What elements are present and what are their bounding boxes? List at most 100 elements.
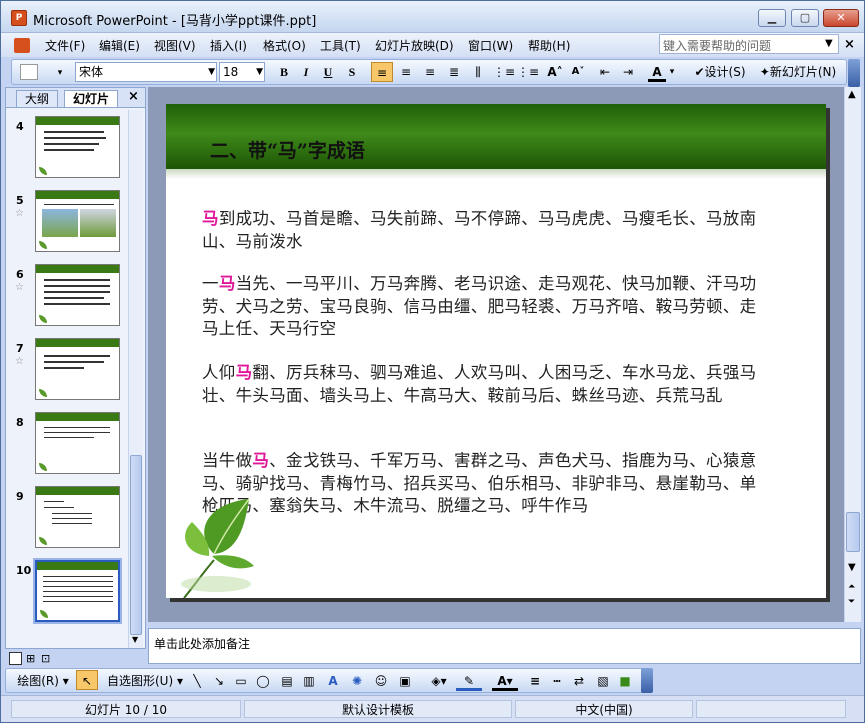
new-slide-button[interactable]: ✦新幻灯片(N)	[754, 62, 842, 82]
slide-scrollbar[interactable]: ▲ ▼ ⏶ ⏷	[844, 87, 861, 622]
menu-tools[interactable]: 工具(T)	[320, 37, 361, 54]
new-slide-icon: ✦	[759, 65, 770, 79]
next-slide-icon[interactable]: ⏷	[848, 597, 855, 607]
textbox-icon[interactable]: ▤	[278, 671, 296, 691]
slide-thumbnail-8[interactable]	[35, 412, 120, 474]
3d-style-icon[interactable]: ■	[616, 671, 634, 691]
menu-slideshow[interactable]: 幻灯片放映(D)	[375, 37, 454, 54]
slide-thumbnail-10-selected[interactable]	[33, 558, 122, 624]
arrow-style-icon[interactable]: ⇄	[570, 671, 588, 691]
highlight-char: 马	[252, 451, 270, 470]
autoshapes-button[interactable]: 自选图形(U) ▾	[104, 671, 186, 691]
line-color-icon[interactable]: ✎	[456, 671, 482, 691]
distribute-icon[interactable]: ⫼	[467, 62, 489, 82]
minimize-button[interactable]: ▁	[758, 9, 786, 27]
notes-placeholder: 单击此处添加备注	[154, 637, 251, 651]
toolbar-overflow-icon[interactable]: ▾	[56, 63, 64, 83]
slide-paragraph-4[interactable]: 当牛做马、金戈铁马、千军万马、害群之马、声色犬马、指鹿为马、心猿意马、骑驴找马、…	[202, 450, 762, 518]
new-document-icon[interactable]	[20, 64, 38, 80]
slide-thumbnail-7[interactable]	[35, 338, 120, 400]
vertical-textbox-icon[interactable]: ▥	[300, 671, 318, 691]
increase-indent-icon[interactable]: ⇥	[618, 62, 638, 82]
toolbar-options-icon[interactable]	[641, 668, 653, 693]
slide-thumbnail-5[interactable]	[35, 190, 120, 252]
powerpoint-icon[interactable]: P	[11, 10, 27, 26]
italic-button[interactable]: I	[297, 62, 315, 82]
oval-icon[interactable]: ◯	[254, 671, 272, 691]
chevron-down-icon[interactable]: ▼	[256, 63, 263, 81]
bold-button[interactable]: B	[275, 62, 293, 82]
shadow-button[interactable]: S	[343, 62, 361, 82]
menu-format[interactable]: 格式(O)	[263, 37, 306, 54]
clipart-icon[interactable]: ☺	[372, 671, 390, 691]
slide-canvas[interactable]: 二、带“马”字成语 马到成功、马首是瞻、马失前蹄、马不停蹄、马马虎虎、马瘦毛长、…	[166, 104, 826, 598]
menu-edit[interactable]: 编辑(E)	[99, 37, 140, 54]
arrow-icon[interactable]: ↘	[210, 671, 228, 691]
chevron-down-icon[interactable]: ▾	[668, 62, 676, 82]
picture-icon[interactable]: ▣	[396, 671, 414, 691]
slide-thumbnail-4[interactable]	[35, 116, 120, 178]
close-pane-icon[interactable]: ×	[128, 89, 139, 104]
slide-editing-area: 二、带“马”字成语 马到成功、马首是瞻、马失前蹄、马不停蹄、马马虎虎、马瘦毛长、…	[148, 87, 845, 622]
rectangle-icon[interactable]: ▭	[232, 671, 250, 691]
slide-sorter-view-icon[interactable]: ⊞	[26, 652, 35, 665]
design-button[interactable]: ✔设计(S)	[689, 62, 751, 82]
slide-number: 8	[16, 416, 24, 429]
decrease-font-icon[interactable]: A˅	[568, 62, 588, 82]
slide-title[interactable]: 二、带“马”字成语	[210, 136, 365, 163]
menu-insert[interactable]: 插入(I)	[210, 37, 247, 54]
justify-icon[interactable]: ≣	[443, 62, 465, 82]
numbering-icon[interactable]: ⋮≡	[493, 62, 515, 82]
close-document-icon[interactable]: ×	[844, 37, 855, 52]
scroll-up-icon[interactable]: ▲	[848, 89, 856, 100]
line-icon[interactable]: ╲	[188, 671, 206, 691]
tab-outline[interactable]: 大纲	[16, 90, 59, 107]
chevron-down-icon[interactable]: ▼	[208, 63, 215, 81]
scrollbar-thumb[interactable]	[846, 512, 860, 552]
draw-menu-button[interactable]: 绘图(R) ▾	[12, 671, 74, 691]
help-dropdown-icon[interactable]: ▼	[825, 38, 833, 49]
scroll-down-icon[interactable]: ▼	[132, 635, 138, 644]
font-size-select[interactable]: 18 ▼	[219, 62, 265, 82]
increase-font-icon[interactable]: A˄	[545, 62, 565, 82]
decrease-indent-icon[interactable]: ⇤	[595, 62, 615, 82]
shadow-style-icon[interactable]: ▧	[594, 671, 612, 691]
line-style-icon[interactable]: ≡	[526, 671, 544, 691]
fill-color-icon[interactable]: ◈▾	[426, 671, 452, 691]
align-right-icon[interactable]: ≡	[419, 62, 441, 82]
menu-window[interactable]: 窗口(W)	[468, 37, 513, 54]
menu-help[interactable]: 帮助(H)	[528, 37, 570, 54]
menu-file[interactable]: 文件(F)	[45, 37, 85, 54]
slide-thumbnail-6[interactable]	[35, 264, 120, 326]
font-color-icon[interactable]: A▾	[492, 671, 518, 691]
document-icon[interactable]	[14, 38, 30, 53]
slide-thumbnail-9[interactable]	[35, 486, 120, 548]
slides-pane-scrollbar[interactable]: ▼	[128, 110, 143, 648]
dash-style-icon[interactable]: ┅	[548, 671, 566, 691]
slide-paragraph-2[interactable]: 一马当先、一马平川、万马奔腾、老马识途、走马观花、快马加鞭、汗马功劳、犬马之劳、…	[202, 273, 762, 341]
maximize-button[interactable]: ▢	[791, 9, 819, 27]
slide-paragraph-3[interactable]: 人仰马翻、厉兵秣马、驷马难追、人欢马叫、人困马乏、车水马龙、兵强马壮、牛头马面、…	[202, 362, 762, 407]
scroll-down-icon[interactable]: ▼	[848, 562, 856, 573]
select-pointer-icon[interactable]: ↖	[76, 670, 98, 690]
wordart-icon[interactable]: A	[324, 671, 342, 691]
align-left-icon[interactable]: ≡	[371, 62, 393, 82]
tab-slides[interactable]: 幻灯片	[64, 90, 119, 107]
slideshow-view-icon[interactable]: ⊡	[41, 652, 50, 665]
help-search-input[interactable]: 键入需要帮助的问题	[659, 34, 839, 54]
bullets-icon[interactable]: ⋮≡	[517, 62, 539, 82]
notes-pane[interactable]: 单击此处添加备注	[148, 628, 861, 664]
previous-slide-icon[interactable]: ⏶	[848, 582, 855, 592]
slide-number: 4	[16, 120, 24, 133]
font-color-icon[interactable]: A	[648, 62, 666, 82]
slide-paragraph-1[interactable]: 马到成功、马首是瞻、马失前蹄、马不停蹄、马马虎虎、马瘦毛长、马放南山、马前泼水	[202, 208, 762, 253]
underline-button[interactable]: U	[319, 62, 337, 82]
normal-view-icon[interactable]	[9, 652, 22, 665]
diagram-icon[interactable]: ✺	[348, 671, 366, 691]
close-button[interactable]: ✕	[823, 9, 859, 27]
toolbar-options-icon[interactable]	[848, 59, 860, 87]
menu-view[interactable]: 视图(V)	[154, 37, 196, 54]
font-select[interactable]: 宋体 ▼	[75, 62, 217, 82]
scrollbar-thumb[interactable]	[130, 455, 142, 635]
align-center-icon[interactable]: ≡	[395, 62, 417, 82]
